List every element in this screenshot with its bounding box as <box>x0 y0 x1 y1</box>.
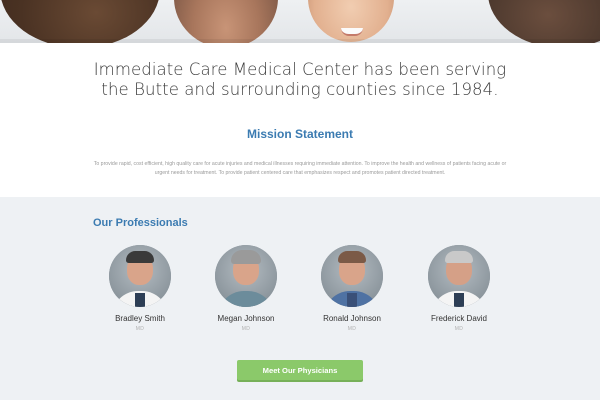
professional-name[interactable]: Megan Johnson <box>196 314 296 323</box>
professional-credential: MD <box>241 326 251 332</box>
hero-shadow <box>0 39 600 43</box>
professional-card[interactable]: Ronald Johnson MD <box>302 245 402 332</box>
professional-name[interactable]: Ronald Johnson <box>302 314 402 323</box>
professional-credential: MD <box>347 326 357 332</box>
professional-card[interactable]: Frederick David MD <box>409 245 509 332</box>
professional-credential: MD <box>135 326 145 332</box>
staff-photo-4 <box>488 0 600 43</box>
professional-photo[interactable] <box>215 245 277 307</box>
intro-section: Immediate Care Medical Center has been s… <box>0 60 600 100</box>
staff-photo-2 <box>174 0 278 43</box>
professional-photo[interactable] <box>428 245 490 307</box>
hero-image-strip <box>0 0 600 43</box>
professional-photo[interactable] <box>109 245 171 307</box>
mission-text: To provide rapid, cost efficient, high q… <box>93 161 507 176</box>
professional-photo[interactable] <box>321 245 383 307</box>
meet-our-physicians-button[interactable]: Meet Our Physicians <box>237 360 363 380</box>
intro-heading: Immediate Care Medical Center has been s… <box>93 60 507 99</box>
professional-card[interactable]: Bradley Smith MD <box>90 245 190 332</box>
staff-photo-1 <box>0 0 160 43</box>
professional-name[interactable]: Bradley Smith <box>90 314 190 323</box>
professional-credential: MD <box>454 326 464 332</box>
professional-card[interactable]: Megan Johnson MD <box>196 245 296 332</box>
mission-title: Mission Statement <box>246 127 354 141</box>
professional-name[interactable]: Frederick David <box>409 314 509 323</box>
professionals-list: Bradley Smith MD Megan Johnson MD Ronald… <box>0 197 600 357</box>
professionals-section: Our Professionals Bradley Smith MD Megan… <box>0 197 600 400</box>
